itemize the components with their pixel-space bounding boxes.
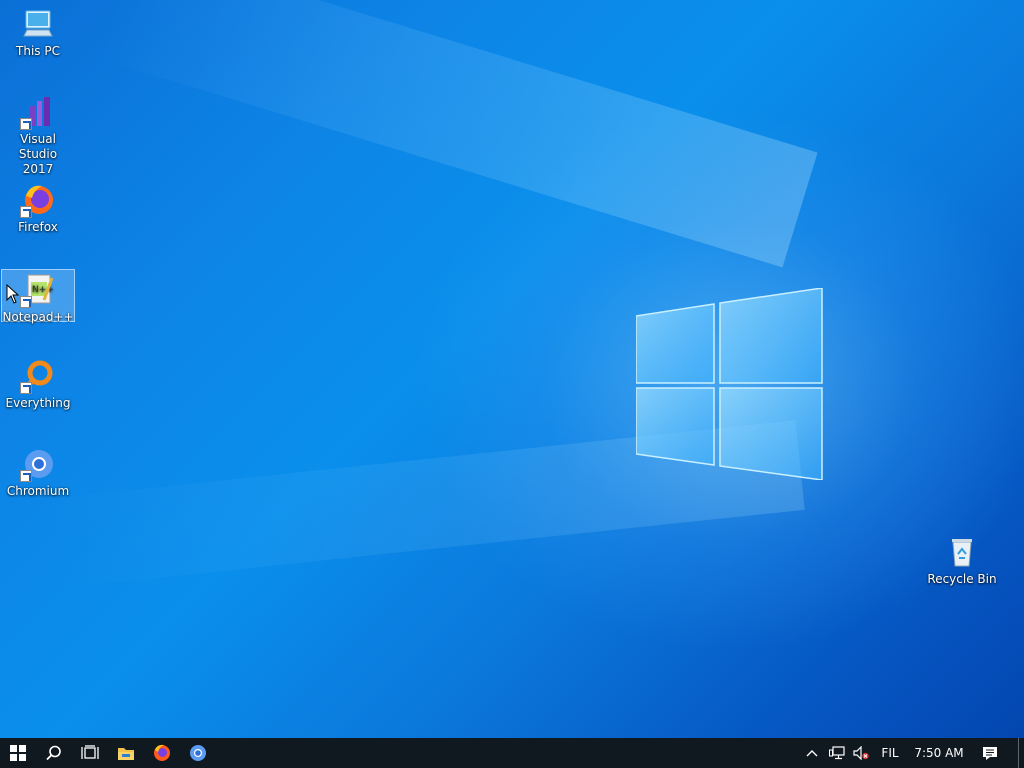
everything-icon [20, 358, 56, 394]
show-desktop-button[interactable] [1018, 738, 1024, 768]
desktop-icon-everything[interactable]: Everything [1, 358, 75, 411]
desktop[interactable]: This PC Visual Studio 2017 Firefox N++ N… [0, 0, 1024, 738]
svg-text:N++: N++ [32, 285, 54, 295]
file-explorer-icon [118, 748, 134, 760]
network-icon [829, 746, 845, 760]
search-icon [46, 745, 61, 761]
notification-icon [983, 746, 997, 760]
windows-logo-wallpaper [636, 288, 823, 480]
icon-label: Chromium [6, 484, 70, 498]
desktop-icon-this-pc[interactable]: This PC [1, 6, 75, 59]
desktop-icon-recycle-bin[interactable]: Recycle Bin [925, 534, 999, 587]
light-beam [93, 0, 818, 268]
taskbar: FIL 7:50 AM [0, 738, 1024, 768]
task-view-icon [81, 745, 99, 759]
taskbar-file-explorer[interactable] [108, 738, 144, 768]
chromium-icon [190, 745, 206, 761]
taskbar-firefox[interactable] [144, 738, 180, 768]
start-icon [10, 745, 26, 761]
visual-studio-icon [20, 94, 56, 130]
firefox-icon [154, 744, 170, 761]
chevron-up-icon [806, 750, 818, 757]
notepad-plus-plus-icon: N++ [20, 272, 56, 308]
shortcut-arrow-icon [20, 206, 32, 218]
shortcut-arrow-icon [20, 382, 32, 394]
task-view-button[interactable] [72, 738, 108, 768]
icon-label: This PC [16, 44, 60, 58]
recycle-bin-icon [944, 534, 980, 570]
desktop-icon-chromium[interactable]: Chromium [1, 446, 75, 499]
shortcut-arrow-icon [20, 296, 32, 308]
action-center-button[interactable] [976, 738, 1004, 768]
taskbar-chromium[interactable] [180, 738, 216, 768]
icon-label: Visual Studio 2017 [18, 132, 58, 176]
icon-label: Notepad++ [2, 310, 74, 324]
mouse-cursor-icon [6, 284, 20, 304]
volume-muted-icon [853, 746, 869, 760]
network-tray-button[interactable] [826, 738, 848, 768]
shortcut-arrow-icon [20, 118, 32, 130]
chromium-icon [20, 446, 56, 482]
desktop-icon-firefox[interactable]: Firefox [1, 182, 75, 235]
desktop-icon-visual-studio[interactable]: Visual Studio 2017 [1, 94, 75, 177]
search-button[interactable] [36, 738, 72, 768]
shortcut-arrow-icon [20, 470, 32, 482]
input-language-indicator[interactable]: FIL [876, 738, 904, 768]
this-pc-icon [20, 6, 56, 42]
show-hidden-icons-button[interactable] [802, 738, 822, 768]
icon-label: Firefox [18, 220, 58, 234]
icon-label: Recycle Bin [927, 572, 997, 586]
clock[interactable]: 7:50 AM [908, 738, 970, 768]
firefox-icon [20, 182, 56, 218]
icon-label: Everything [5, 396, 71, 410]
start-button[interactable] [0, 738, 36, 768]
volume-tray-button[interactable] [850, 738, 872, 768]
